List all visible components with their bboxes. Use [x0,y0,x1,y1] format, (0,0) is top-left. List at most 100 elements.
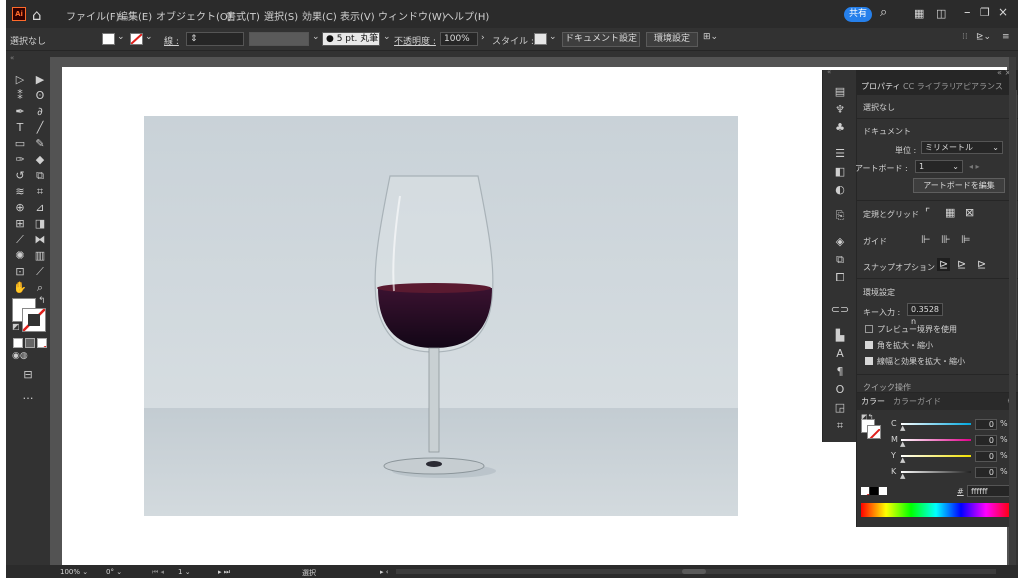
grid-icon[interactable]: ▦ [945,206,955,219]
artboard-tool-icon[interactable]: ⊡ [12,264,28,279]
slider-thumb-icon[interactable]: ▲ [900,424,905,432]
gradient-panel-icon[interactable]: ◧ [830,164,850,180]
arrange-docs-icon[interactable]: ◫ [936,7,946,20]
symbol-sprayer-tool-icon[interactable]: ✺ [12,248,28,263]
ruler-icon[interactable]: ⌜ [925,206,930,219]
slice-tool-icon[interactable]: ⟋ [32,264,48,279]
pen-tool-icon[interactable]: ✒ [12,104,28,119]
menu-view[interactable]: 表示(V) [340,8,375,23]
tab-cc-libraries[interactable]: CC ライブラリ [903,81,957,92]
status-arrow-icon[interactable]: ▸ ‹ [380,568,389,576]
none-swatch[interactable] [861,487,869,495]
close-icon[interactable]: × [998,5,1008,19]
hand-tool-icon[interactable]: ✋ [12,280,28,295]
preview-bounds-checkbox[interactable] [865,325,873,333]
snap-icon[interactable]: ⊵⌄ [976,32,991,42]
graph-tool-icon[interactable]: ▥ [32,248,48,263]
snap-to-point-icon[interactable]: ⊵ [937,258,951,271]
zoom-select[interactable]: 100% ⌄ [60,568,88,576]
opentype-panel-icon[interactable]: O [830,382,850,398]
stroke-weight-input[interactable]: ⇕ [186,32,244,46]
color-stroke-box[interactable] [867,425,881,439]
color-mode-icon[interactable] [13,338,23,348]
draw-modes-icon[interactable]: ◉◍ [12,351,28,361]
slider-thumb-icon[interactable]: ▲ [900,440,905,448]
rotate-tool-icon[interactable]: ↺ [12,168,28,183]
transparency-panel-icon[interactable]: ◐ [830,182,850,198]
collapse-dock-icon[interactable]: « [827,68,831,76]
slider-thumb-icon[interactable]: ▲ [900,456,905,464]
brush-dropdown-icon[interactable]: ⌄ [383,32,391,42]
zoom-tool-icon[interactable]: ⌕ [32,280,48,295]
placed-image-wine-glass[interactable] [144,116,738,516]
style-dropdown-icon[interactable]: ⌄ [549,32,557,42]
blend-tool-icon[interactable]: ⧓ [32,232,48,247]
align-options-icon[interactable]: ⊞⌄ [703,32,718,42]
menu-window[interactable]: ウィンドウ(W) [378,8,446,23]
paintbrush-tool-icon[interactable]: ✎ [32,136,48,151]
default-colors-icon[interactable]: ◩ [12,322,20,331]
transform-panel-icon[interactable]: ⌗ [830,418,850,434]
opacity-arrow-icon[interactable]: › [481,33,485,43]
character-panel-icon[interactable]: A [830,346,850,362]
eyedropper-tool-icon[interactable]: ⟋ [12,232,28,247]
artboard-select[interactable]: 1 ⌄ [915,160,963,173]
key-increment-input[interactable]: 0.3528 n [907,303,943,326]
show-guides-icon[interactable]: ⊩ [921,233,931,246]
align-panel-icon[interactable]: ▙ [830,328,850,344]
type-tool-icon[interactable]: T [12,120,28,135]
direct-selection-tool-icon[interactable]: ▶ [32,72,48,87]
screen-mode-icon[interactable]: ⊟ [20,367,36,382]
tab-properties[interactable]: プロパティ [861,81,901,92]
opacity-input[interactable]: 100% [440,32,478,46]
slider-thumb-icon[interactable]: ▲ [900,472,905,480]
links-chain-icon[interactable]: ⊂⊃ [830,302,850,318]
arrange-icon[interactable]: ⁞⁞ [962,32,968,42]
home-icon[interactable]: ⌂ [32,6,42,24]
black-swatch[interactable] [870,487,878,495]
preferences-button[interactable]: 環境設定 [646,32,698,47]
free-transform-tool-icon[interactable]: ⌗ [32,184,48,199]
gradient-mode-icon[interactable] [25,338,35,348]
perspective-tool-icon[interactable]: ⊿ [32,200,48,215]
variable-width-select[interactable] [249,32,309,46]
transparency-grid-icon[interactable]: ⊠ [965,206,974,219]
artboard-nav-next-icon[interactable]: ▸ ⏭ [218,568,230,577]
stroke-dropdown-icon[interactable]: ⌄ [145,32,153,42]
search-icon[interactable]: ⌕ [880,5,887,20]
scrollbar-thumb[interactable] [682,569,706,574]
hex-input[interactable]: ffffff [967,485,1011,497]
panel-menu-icon[interactable]: ≡ [1002,32,1010,42]
gradient-tool-icon[interactable]: ◨ [32,216,48,231]
minimize-icon[interactable]: – [964,5,971,20]
tab-color-guide[interactable]: カラーガイド [893,396,941,407]
vertical-scrollbar[interactable] [1009,57,1016,565]
tab-color[interactable]: カラー [861,396,885,407]
style-swatch[interactable] [534,33,547,45]
cyan-slider[interactable] [901,423,971,425]
scale-strokes-checkbox[interactable] [865,357,873,365]
stroke-color-box[interactable] [22,308,46,332]
smart-guides-icon[interactable]: ⊫ [961,233,971,246]
workspace-grid-icon[interactable]: ▦ [914,7,924,20]
none-mode-icon[interactable] [37,338,47,348]
tab-appearance[interactable]: アピアランス [955,81,1003,92]
edit-artboards-button[interactable]: アートボードを編集 [913,178,1005,193]
lock-guides-icon[interactable]: ⊪ [941,233,951,246]
scale-tool-icon[interactable]: ⧉ [32,168,48,183]
brush-select[interactable]: ● 5 pt. 丸筆 [322,32,380,46]
menu-type[interactable]: 書式(T) [226,8,260,23]
artboard-number-select[interactable]: 1 ⌄ [178,568,191,576]
shaper-tool-icon[interactable]: ✑ [12,152,28,167]
scale-corners-checkbox[interactable] [865,341,873,349]
stroke-swatch[interactable] [130,33,143,45]
stroke-panel-icon[interactable]: ☰ [830,146,850,162]
line-tool-icon[interactable]: ╱ [32,120,48,135]
opacity-label[interactable]: 不透明度 : [394,34,436,47]
properties-icon[interactable]: ▤ [830,84,850,100]
snap-to-glyph-icon[interactable]: ⊵ [977,258,986,271]
paragraph-panel-icon[interactable]: ¶ [830,364,850,380]
asset-export-icon[interactable]: ⎘ [830,208,850,224]
layers-icon[interactable]: ◈ [830,234,850,250]
snap-to-pixel-icon[interactable]: ⊵ [957,258,966,271]
